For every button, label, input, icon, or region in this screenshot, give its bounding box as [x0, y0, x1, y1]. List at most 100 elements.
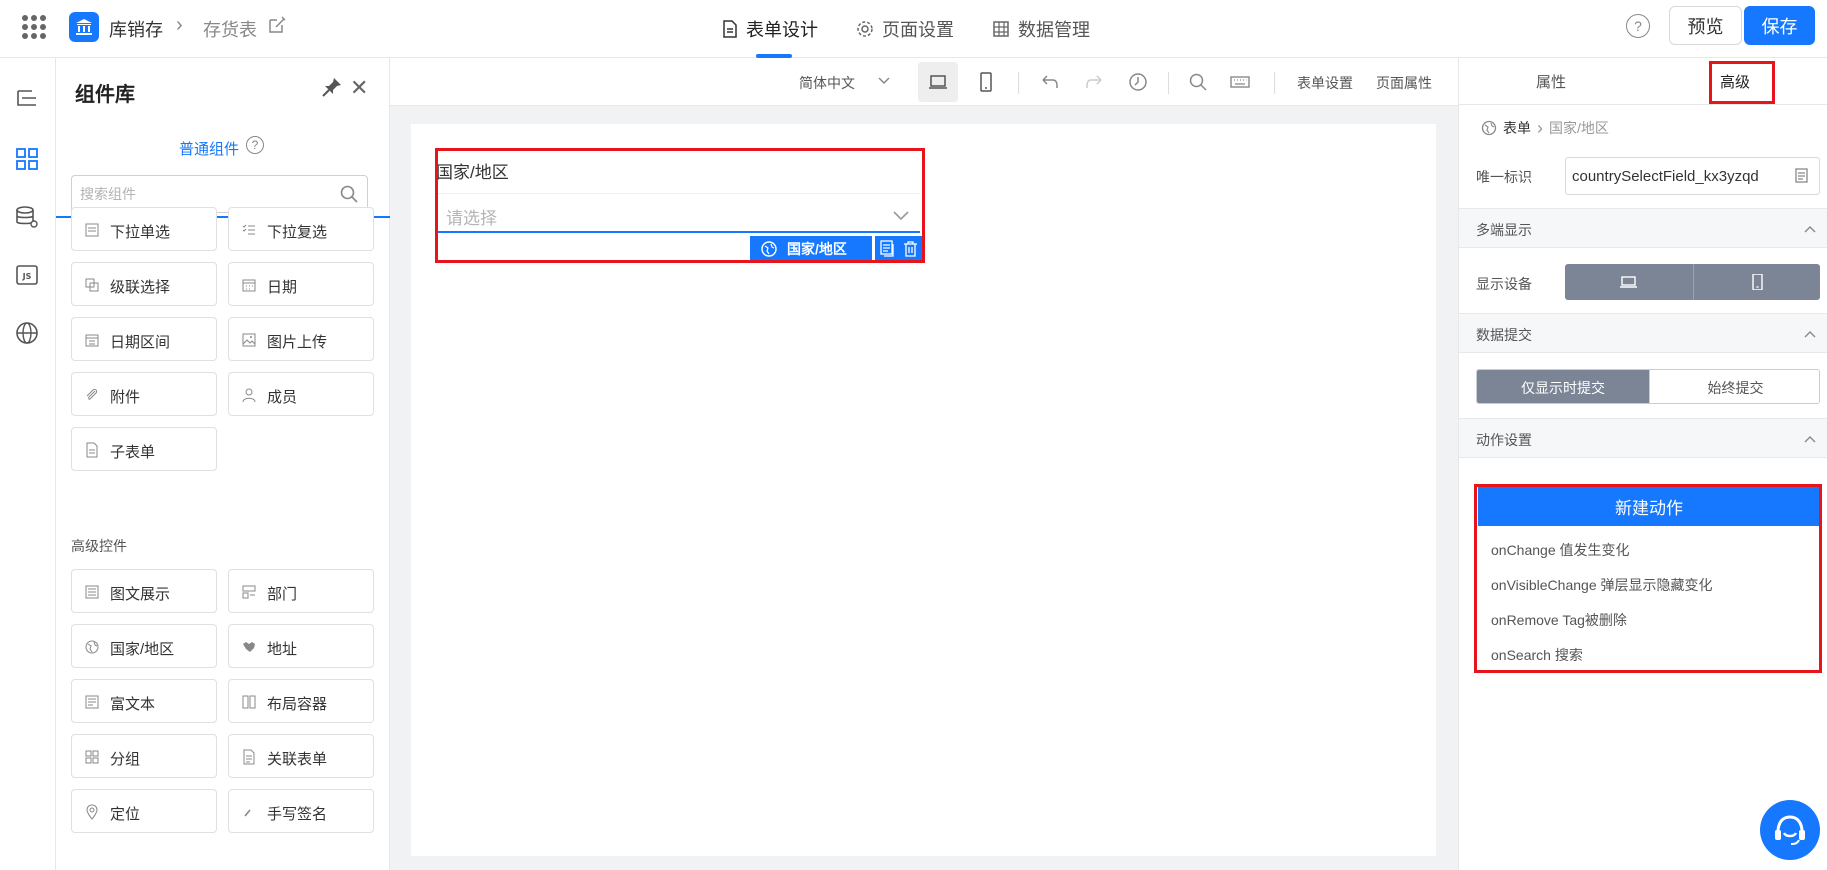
- component-item[interactable]: 手写签名: [228, 789, 374, 833]
- data-source-icon[interactable]: [14, 204, 40, 230]
- component-item[interactable]: 分组: [71, 734, 217, 778]
- event-item-onvisiblechange[interactable]: onVisibleChange 弹层显示隐藏变化: [1491, 575, 1713, 595]
- app-grid-icon[interactable]: [22, 15, 46, 39]
- globe-icon[interactable]: [14, 320, 40, 346]
- globe-icon: [1481, 120, 1497, 136]
- event-item-onchange[interactable]: onChange 值发生变化: [1491, 540, 1630, 560]
- country-select[interactable]: 请选择: [437, 193, 920, 233]
- component-label: 手写签名: [267, 806, 328, 823]
- signature-icon: [244, 809, 251, 817]
- main-tabs: 表单设计 页面设置 数据管理: [722, 0, 1090, 58]
- question-icon[interactable]: ?: [246, 136, 264, 154]
- component-label: 图片上传: [267, 334, 328, 351]
- redo-button[interactable]: [1074, 62, 1114, 102]
- chevron-down-icon: [893, 211, 909, 221]
- component-item[interactable]: 图文展示: [71, 569, 217, 613]
- component-item[interactable]: 子表单: [71, 427, 217, 471]
- component-item[interactable]: 地址: [228, 624, 374, 668]
- svg-text:JS: JS: [22, 272, 32, 281]
- event-item-onremove[interactable]: onRemove Tag被删除: [1491, 610, 1627, 630]
- undo-button[interactable]: [1030, 62, 1070, 102]
- submit-always-option[interactable]: 始终提交: [1649, 370, 1819, 403]
- component-item[interactable]: 部门: [228, 569, 374, 613]
- section-action-settings[interactable]: 动作设置: [1459, 418, 1827, 458]
- page-properties-link[interactable]: 页面属性: [1376, 73, 1432, 93]
- tab-basic-components-label: 普通组件: [179, 141, 240, 158]
- component-label: 子表单: [110, 444, 156, 461]
- section-data-submit[interactable]: 数据提交: [1459, 313, 1827, 353]
- event-item-onsearch[interactable]: onSearch 搜索: [1491, 645, 1583, 665]
- close-icon[interactable]: ✕: [350, 75, 368, 101]
- headset-icon: [1775, 815, 1805, 845]
- search-button[interactable]: [1178, 62, 1218, 102]
- component-item[interactable]: 下拉复选: [228, 207, 374, 251]
- submit-when-visible-option[interactable]: 仅显示时提交: [1477, 370, 1649, 403]
- search-icon[interactable]: [339, 184, 359, 204]
- tab-advanced[interactable]: 高级: [1643, 58, 1827, 104]
- chevron-down-icon[interactable]: [876, 72, 892, 88]
- component-item[interactable]: 关联表单: [228, 734, 374, 778]
- tab-attributes[interactable]: 属性: [1459, 58, 1643, 104]
- keyboard-shortcuts-button[interactable]: [1220, 62, 1260, 102]
- app-logo-icon[interactable]: [69, 12, 99, 42]
- component-label: 日期区间: [110, 334, 171, 351]
- tab-form-design[interactable]: 表单设计: [722, 0, 818, 58]
- linked-form-icon: [243, 749, 255, 765]
- new-action-button[interactable]: 新建动作: [1478, 487, 1820, 526]
- device-toggle: [1565, 264, 1820, 300]
- component-item[interactable]: 附件: [71, 372, 217, 416]
- search-input[interactable]: [80, 184, 330, 204]
- breadcrumb-separator: ›: [176, 14, 183, 36]
- laptop-icon: [1620, 276, 1637, 288]
- support-chat-button[interactable]: [1760, 800, 1820, 860]
- section-multi-device[interactable]: 多端显示: [1459, 208, 1827, 248]
- save-button[interactable]: 保存: [1744, 6, 1815, 45]
- pin-icon[interactable]: [321, 76, 343, 98]
- component-label: 下拉单选: [110, 224, 171, 241]
- component-item[interactable]: 成员: [228, 372, 374, 416]
- cascade-icon: [85, 278, 99, 292]
- component-item[interactable]: 布局容器: [228, 679, 374, 723]
- breadcrumb-root[interactable]: 表单: [1503, 118, 1531, 138]
- copy-icon[interactable]: [879, 240, 896, 257]
- outline-tree-icon[interactable]: [14, 86, 40, 112]
- breadcrumb-app[interactable]: 库销存: [109, 16, 163, 42]
- mobile-preview-button[interactable]: [966, 62, 1006, 102]
- uid-field[interactable]: countrySelectField_kx3yzqd: [1565, 157, 1820, 195]
- properties-panel: 属性 高级 表单 › 国家/地区 唯一标识 countrySelectField…: [1458, 58, 1827, 870]
- js-code-icon[interactable]: JS: [14, 262, 40, 288]
- device-desktop-toggle[interactable]: [1565, 264, 1692, 300]
- chevron-up-icon: [1804, 331, 1816, 338]
- component-item[interactable]: 下拉单选: [71, 207, 217, 251]
- preview-button[interactable]: 预览: [1669, 6, 1742, 45]
- top-header: 库销存 › 存货表 表单设计 页面设置 数据管理 ? 预览 保存: [0, 0, 1827, 58]
- edit-icon[interactable]: [268, 16, 286, 34]
- subform-icon: [86, 442, 98, 458]
- device-mobile-toggle[interactable]: [1693, 264, 1820, 300]
- copy-icon[interactable]: [1793, 167, 1811, 185]
- component-item[interactable]: 日期: [228, 262, 374, 306]
- help-icon[interactable]: ?: [1626, 14, 1650, 38]
- component-item[interactable]: 国家/地区: [71, 624, 217, 668]
- breadcrumb-page[interactable]: 存货表: [203, 16, 257, 42]
- country-field-label[interactable]: 国家/地区: [436, 158, 509, 183]
- component-item[interactable]: 日期区间: [71, 317, 217, 361]
- component-item[interactable]: 级联选择: [71, 262, 217, 306]
- component-label: 分组: [110, 751, 141, 768]
- section-multi-device-title: 多端显示: [1476, 222, 1532, 238]
- tab-page-settings[interactable]: 页面设置: [856, 0, 954, 58]
- history-button[interactable]: [1118, 62, 1158, 102]
- language-select[interactable]: 简体中文: [799, 73, 855, 93]
- desktop-preview-button[interactable]: [918, 62, 958, 102]
- form-canvas: [411, 124, 1436, 856]
- uid-value: countrySelectField_kx3yzqd: [1572, 168, 1759, 185]
- component-item[interactable]: 定位: [71, 789, 217, 833]
- selected-field-tag[interactable]: 国家/地区: [750, 236, 872, 261]
- tab-data-management[interactable]: 数据管理: [992, 0, 1090, 58]
- component-item[interactable]: 图片上传: [228, 317, 374, 361]
- components-grid-icon[interactable]: [14, 146, 40, 172]
- form-settings-link[interactable]: 表单设置: [1297, 73, 1353, 93]
- trash-icon[interactable]: [902, 240, 919, 257]
- component-item[interactable]: 富文本: [71, 679, 217, 723]
- richtext-icon: [85, 695, 99, 709]
